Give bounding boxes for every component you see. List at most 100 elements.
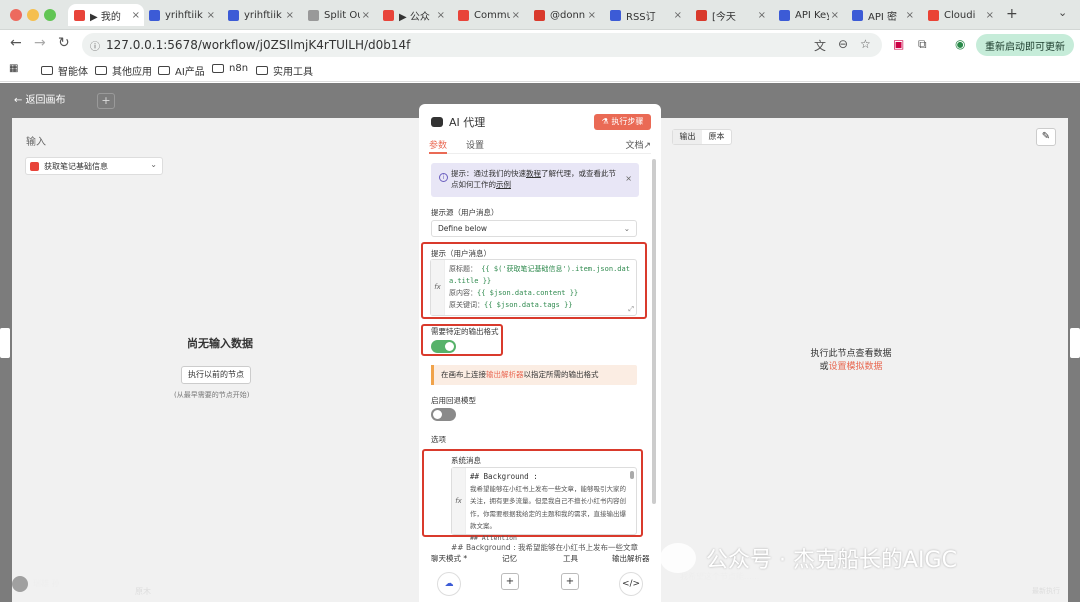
output-parser-link[interactable]: 输出解析器 (486, 370, 524, 379)
bookmark-folder-tools[interactable]: 实用工具 (256, 63, 313, 78)
output-parser-node[interactable]: </> (619, 572, 643, 596)
prompt-source-label: 提示源（用户消息） (431, 208, 499, 217)
close-tab-icon[interactable]: × (362, 10, 370, 21)
prompt-expression-editor[interactable]: fx 原标题： {{ $('获取笔记基础信息').item.json.data.… (430, 259, 637, 316)
browser-tab[interactable]: yrihftiik × (222, 4, 298, 26)
browser-tab[interactable]: ▶ 我的 × (68, 4, 144, 26)
next-node-handle[interactable] (1070, 328, 1080, 358)
extensions-puzzle-icon[interactable]: ⧉ (918, 37, 927, 52)
restart-update-button[interactable]: 重新启动即可更新 (976, 34, 1074, 56)
favicon-icon (534, 9, 545, 21)
close-tab-icon[interactable]: × (588, 10, 596, 21)
favicon-icon (928, 9, 939, 21)
browser-tab[interactable]: ▶ 公众 × (377, 4, 449, 26)
zoom-icon[interactable]: ⊖ (838, 37, 848, 51)
run-previous-nodes-button[interactable]: 执行以前的节点 (181, 366, 251, 384)
notice-text: 提示：通过我们的快速 (451, 169, 526, 178)
add-memory-button[interactable]: + (501, 573, 519, 590)
maximize-window-icon[interactable] (44, 9, 56, 21)
browser-tab[interactable]: @donn × (528, 4, 600, 26)
close-icon[interactable]: × (625, 173, 632, 184)
url-input[interactable]: ⓘ 127.0.0.1:5678/workflow/j0ZSIlmjK4rTUl… (82, 33, 882, 57)
set-mock-data-link[interactable]: 设置模拟数据 (829, 362, 883, 372)
bookmark-folder-other-apps[interactable]: 其他应用 (95, 63, 152, 78)
tab-list-chevron-icon[interactable]: ⌄ (1058, 6, 1067, 19)
tab-parameters[interactable]: 参数 (429, 138, 448, 154)
panel-scrollbar[interactable] (652, 159, 656, 504)
close-window-icon[interactable] (10, 9, 22, 21)
browser-tab[interactable]: Commu × (452, 4, 524, 26)
tutorial-link[interactable]: 教程 (526, 169, 541, 178)
editor-scrollbar[interactable] (630, 471, 634, 479)
minimize-window-icon[interactable] (27, 9, 39, 21)
close-tab-icon[interactable]: × (286, 10, 294, 21)
close-tab-icon[interactable]: × (207, 10, 215, 21)
apps-grid-icon[interactable]: ▦ (9, 63, 18, 74)
browser-tab[interactable]: API 密 × (846, 4, 918, 26)
tab-docs[interactable]: 文档↗ (625, 138, 651, 151)
plus-icon: + (505, 576, 515, 587)
back-to-canvas-link[interactable]: ← 返回画布 (14, 91, 66, 106)
require-format-toggle[interactable] (431, 340, 456, 353)
translate-icon[interactable]: 文 (814, 37, 826, 54)
site-info-icon[interactable]: ⓘ (90, 38, 100, 53)
tab-label: ▶ 公众 (399, 11, 430, 23)
system-message-preview: ## Background : 我希望能够在小红书上发布一些文章 (451, 543, 638, 552)
note-accent-bar (431, 365, 434, 385)
profile-icon[interactable]: ◉ (955, 37, 965, 51)
bookmark-label: 智能体 (58, 67, 88, 78)
close-tab-icon[interactable]: × (831, 10, 839, 21)
browser-tab[interactable]: Cloudi × (922, 4, 998, 26)
forward-arrow-icon[interactable]: → (34, 35, 46, 51)
close-tab-icon[interactable]: × (132, 10, 140, 21)
reload-icon[interactable]: ↻ (58, 35, 70, 51)
bookmark-folder-ai-products[interactable]: AI产品 (158, 63, 205, 78)
prompt-source-select[interactable]: Define below ⌄ (431, 220, 637, 237)
close-tab-icon[interactable]: × (437, 10, 445, 21)
run-previous-hint: (从最早需要的节点开始) (174, 391, 250, 399)
browser-tab[interactable]: API Key × (773, 4, 843, 26)
add-icon[interactable]: + (97, 93, 115, 109)
tab-output[interactable]: 输出 (673, 130, 702, 144)
require-format-label: 需要特定的输出格式 (431, 327, 499, 336)
code-icon: </> (621, 579, 641, 589)
browser-tab[interactable]: RSS订 × (604, 4, 686, 26)
fallback-toggle[interactable] (431, 408, 456, 421)
add-tool-button[interactable]: + (561, 573, 579, 590)
bookmark-folder-agents[interactable]: 智能体 (41, 63, 88, 78)
close-tab-icon[interactable]: × (906, 10, 914, 21)
execute-step-button[interactable]: ⚗ 执行步骤 (594, 114, 651, 130)
subnode-labels: 聊天模式 * 记忆 工具 输出解析器 (419, 553, 661, 567)
browser-tab[interactable]: yrihftiik × (143, 4, 219, 26)
edit-output-button[interactable]: ✎ (1036, 128, 1056, 146)
close-tab-icon[interactable]: × (512, 10, 520, 21)
bookmark-folder-n8n[interactable]: n8n (212, 63, 248, 74)
close-tab-icon[interactable]: × (674, 10, 682, 21)
back-arrow-icon[interactable]: ← (10, 35, 22, 51)
avatar[interactable] (12, 576, 28, 592)
tab-raw[interactable]: 原本 (702, 130, 731, 144)
system-message-editor[interactable]: fx ## Background : 我希望能够在小红书上发布一些文章，能够吸引… (451, 467, 637, 542)
new-tab-icon[interactable]: + (1006, 6, 1018, 22)
close-tab-icon[interactable]: × (986, 10, 994, 21)
example-link[interactable]: 示例 (496, 180, 511, 189)
close-tab-icon[interactable]: × (758, 10, 766, 21)
expand-icon[interactable]: ⤢ (628, 305, 634, 314)
input-panel-title: 输入 (26, 137, 46, 148)
tab-settings[interactable]: 设置 (466, 138, 484, 151)
panel-tabs: 参数 设置 文档↗ (429, 137, 651, 154)
wechat-logo-icon (660, 543, 696, 573)
browser-tab[interactable]: [今天 × (690, 4, 770, 26)
input-node-select[interactable]: 获取笔记基础信息 ⌄ (25, 157, 163, 175)
bookmark-star-icon[interactable]: ☆ (860, 37, 871, 51)
chat-model-node[interactable]: ☁ (437, 572, 461, 596)
favicon-icon (610, 9, 621, 21)
extension-icon[interactable]: ▣ (893, 37, 904, 51)
folder-icon (212, 64, 224, 73)
plus-icon: + (565, 576, 575, 587)
code-heading: ## Background : (470, 472, 538, 481)
bookmarks-bar: ▦ 智能体 其他应用 AI产品 n8n 实用工具 (0, 58, 1080, 82)
folder-icon (256, 66, 268, 75)
browser-tab[interactable]: Split Ou × (302, 4, 374, 26)
prev-node-handle[interactable] (0, 328, 10, 358)
